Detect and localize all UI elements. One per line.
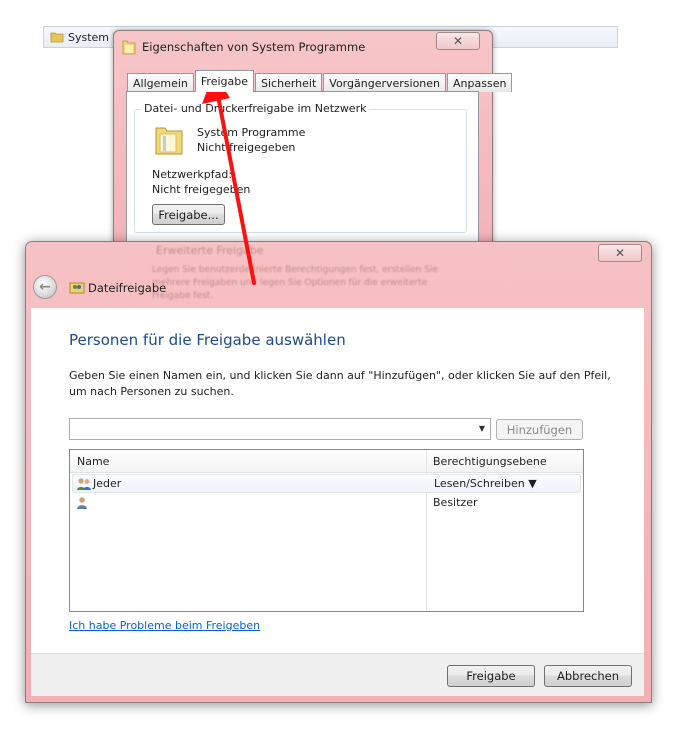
blurred-advanced-text-1: Legen Sie benutzerdefinierte Berechtigun… [152,265,438,275]
back-arrow-icon: ← [39,279,51,295]
close-icon: ✕ [452,34,464,48]
dialog-close-button[interactable]: ✕ [598,244,642,262]
page-heading: Personen für die Freigabe auswählen [69,331,346,349]
folder-icon [50,30,64,47]
properties-window: Eigenschaften von System Programme ✕ All… [113,30,513,248]
dropdown-arrow-icon[interactable]: ▼ [479,424,485,433]
user-icon [75,496,89,513]
table-row[interactable]: Jeder Lesen/Schreiben ▼ [72,474,581,493]
folder-name: System Programme [197,126,306,139]
folder-icon [122,39,136,58]
list-header: Name Berechtigungsebene [70,450,583,473]
group-label: Datei- und Druckerfreigabe im Netzwerk [141,102,370,115]
back-button[interactable]: ← [33,275,57,299]
tab-freigabe[interactable]: Freigabe [194,70,255,92]
column-header-name[interactable]: Name [77,455,109,468]
people-list[interactable]: Name Berechtigungsebene Jeder Lesen/Schr… [69,449,584,612]
row-name: Jeder [93,477,122,490]
help-link[interactable]: Ich habe Probleme beim Freigeben [69,619,260,632]
properties-title: Eigenschaften von System Programme [142,40,366,54]
name-combobox[interactable]: ▼ [69,418,491,440]
file-sharing-dialog: Erweiterte Freigabe Legen Sie benutzerde… [25,241,652,703]
network-path-label: Netzwerkpfad: [152,168,233,181]
dialog-footer: Freigabe Abbrechen [31,653,644,696]
add-button[interactable]: Hinzufügen [496,419,583,440]
instructions-text: Geben Sie einen Namen ein, und klicken S… [69,369,611,398]
blurred-advanced-heading: Erweiterte Freigabe [156,244,264,257]
close-button[interactable]: ✕ [436,32,480,50]
properties-tabs: Allgemein Freigabe Sicherheit Vorgängerv… [127,70,513,92]
tab-allgemein[interactable]: Allgemein [127,73,194,92]
desktop: { "background": { "path_text": "System P… [0,0,676,732]
column-header-permission[interactable]: Berechtigungsebene [433,455,547,468]
folder-share-status: Nicht freigegeben [197,141,296,154]
homegroup-icon [69,280,85,297]
share-confirm-button[interactable]: Freigabe [447,665,535,687]
row-permission: Besitzer [433,496,478,509]
tab-sicherheit[interactable]: Sicherheit [255,73,323,92]
cancel-button[interactable]: Abbrechen [544,665,632,687]
users-icon [76,477,92,494]
dialog-content: Personen für die Freigabe auswählen Gebe… [31,308,644,653]
folder-large-icon [154,124,184,159]
tab-anpassen[interactable]: Anpassen [447,73,513,92]
network-path-value: Nicht freigegeben [152,183,251,196]
table-row[interactable]: Besitzer [72,494,581,513]
dialog-title: Dateifreigabe [88,281,167,295]
sharing-panel: Datei- und Druckerfreigabe im Netzwerk S… [126,91,479,247]
share-button[interactable]: Freigabe... [152,204,225,225]
close-icon: ✕ [614,246,626,260]
tab-vorgaengerversionen[interactable]: Vorgängerversionen [323,73,447,92]
blurred-advanced-text-2: mehrere Freigaben und legen Sie Optionen… [152,278,428,288]
row-permission-dropdown[interactable]: Lesen/Schreiben ▼ [434,477,537,490]
